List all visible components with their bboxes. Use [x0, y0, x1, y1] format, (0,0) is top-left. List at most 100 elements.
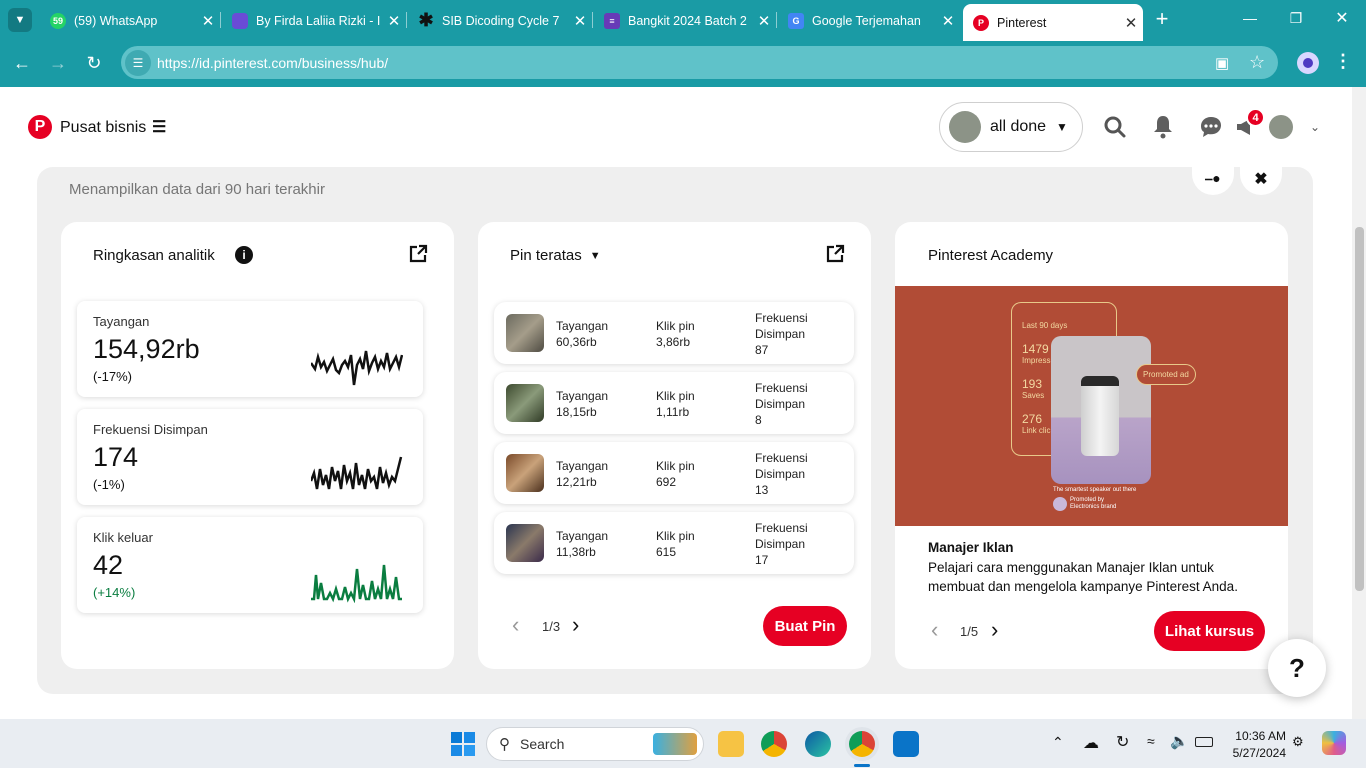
- reload-icon[interactable]: ↻: [82, 53, 106, 74]
- pin-row[interactable]: Tayangan 12,21rb Klik pin 692 Frekuensi Di…: [494, 442, 854, 504]
- metric-card-impressions[interactable]: Tayangan 154,92rb (-17%): [77, 301, 423, 397]
- user-avatar[interactable]: [1269, 115, 1293, 139]
- scrollbar-thumb[interactable]: [1355, 227, 1364, 591]
- info-icon[interactable]: i: [235, 246, 253, 264]
- file-explorer-icon[interactable]: [718, 731, 744, 757]
- create-pin-button[interactable]: Buat Pin: [763, 606, 847, 646]
- close-icon[interactable]: ✕: [1119, 14, 1143, 32]
- metric-card-saves[interactable]: Frekuensi Disimpan 174 (-1%): [77, 409, 423, 505]
- view-course-button[interactable]: Lihat kursus: [1154, 611, 1265, 651]
- chevron-down-icon[interactable]: ⌄: [1310, 120, 1320, 134]
- tab-bangkit[interactable]: ≡ Bangkit 2024 Batch 2 ✕: [594, 4, 776, 37]
- search-icon[interactable]: [1103, 115, 1127, 139]
- tab-pinterest[interactable]: P Pinterest ✕: [963, 4, 1143, 41]
- install-app-icon[interactable]: ▣: [1215, 54, 1229, 72]
- volume-icon[interactable]: 🔈: [1170, 732, 1189, 750]
- tab-whatsapp[interactable]: 59 (59) WhatsApp ✕: [40, 4, 220, 37]
- asterisk-icon: ✱: [418, 10, 434, 30]
- close-icon[interactable]: ✕: [382, 12, 406, 30]
- taskbar: ⚲ Search ⌃ ☁ ↻ ≈ 🔈 10:36 AM 5/27/2024 ⚙: [0, 719, 1366, 768]
- restore-button[interactable]: ❐: [1284, 10, 1308, 27]
- account-switcher[interactable]: all done ▼: [939, 102, 1083, 152]
- clicks-label: Klik pin: [656, 459, 695, 473]
- saves-value: 87: [755, 343, 769, 357]
- tab-divider: [776, 12, 777, 28]
- tab-search-button[interactable]: ▼: [8, 8, 32, 32]
- chevron-left-icon[interactable]: ‹: [512, 612, 519, 638]
- account-name: all done: [990, 118, 1047, 135]
- dashboard-panel: Menampilkan data dari 90 hari terakhir ⎯…: [37, 157, 1313, 694]
- shield-icon: [232, 12, 248, 29]
- tab-sib-dicoding[interactable]: ✱ SIB Dicoding Cycle 7 ✕: [408, 4, 592, 37]
- copilot-icon[interactable]: [1322, 731, 1346, 755]
- bookmark-star-icon[interactable]: ☆: [1249, 52, 1265, 73]
- close-icon[interactable]: ✕: [752, 12, 776, 30]
- tab-title: (59) WhatsApp: [74, 13, 158, 28]
- back-icon[interactable]: ←: [10, 53, 34, 74]
- browser-menu-icon[interactable]: ⋮: [1334, 51, 1352, 72]
- menu-icon[interactable]: ☰: [152, 117, 166, 137]
- promo-product-image: [1051, 336, 1151, 484]
- site-info-icon[interactable]: ☰: [125, 49, 151, 76]
- clicks-label: Klik pin: [656, 529, 695, 543]
- page-indicator: 1/3: [542, 619, 561, 634]
- windows-start-icon[interactable]: [450, 731, 476, 757]
- forward-icon[interactable]: →: [46, 53, 70, 74]
- external-link-icon[interactable]: [825, 244, 845, 264]
- saves-value: 13: [755, 483, 769, 497]
- close-icon[interactable]: ✕: [196, 12, 220, 30]
- top-pins-dropdown[interactable]: Pin teratas ▼: [510, 247, 601, 264]
- onedrive-icon[interactable]: ☁: [1083, 733, 1099, 753]
- chrome-profile-icon[interactable]: [849, 731, 875, 757]
- chevron-right-icon[interactable]: ›: [572, 612, 579, 638]
- tab-title: By Firda Laliia Rizki - I: [256, 13, 381, 28]
- promo-brand-dot: [1053, 497, 1067, 511]
- help-button[interactable]: ?: [1268, 639, 1326, 697]
- battery-icon[interactable]: [1195, 737, 1213, 747]
- close-icon[interactable]: ✕: [568, 12, 592, 30]
- chevron-down-icon: ▼: [589, 249, 601, 262]
- bell-icon[interactable]: [1151, 114, 1175, 140]
- taskbar-search[interactable]: ⚲ Search: [486, 727, 704, 761]
- metric-change: (+14%): [93, 585, 136, 600]
- vscode-icon[interactable]: [893, 731, 919, 757]
- metric-card-outbound-clicks[interactable]: Klik keluar 42 (+14%): [77, 517, 423, 613]
- chevron-up-icon[interactable]: ⌃: [1052, 734, 1064, 751]
- pinterest-logo-icon[interactable]: P: [28, 115, 52, 139]
- search-placeholder: Search: [520, 736, 565, 752]
- pin-row[interactable]: Tayangan 18,15rb Klik pin 1,11rb Frekuensi…: [494, 372, 854, 434]
- tab-firda[interactable]: By Firda Laliia Rizki - I ✕: [222, 4, 406, 37]
- close-icon[interactable]: ✕: [936, 12, 960, 30]
- active-app-indicator: [854, 764, 870, 767]
- sync-icon[interactable]: ↻: [1116, 732, 1129, 752]
- new-tab-button[interactable]: +: [1150, 8, 1174, 32]
- messages-icon[interactable]: [1199, 115, 1223, 139]
- course-image[interactable]: Last 90 days 1479 Impress 193 Saves 276 …: [895, 286, 1288, 526]
- chevron-right-icon[interactable]: ›: [991, 617, 998, 643]
- chrome-icon[interactable]: [761, 731, 787, 757]
- views-label: Tayangan: [556, 459, 609, 473]
- chevron-left-icon[interactable]: ‹: [931, 617, 938, 643]
- profile-avatar[interactable]: [1297, 52, 1319, 74]
- url-text: https://id.pinterest.com/business/hub/: [157, 54, 389, 71]
- clock-date[interactable]: 5/27/2024: [1220, 746, 1286, 760]
- notification-center-icon[interactable]: ⚙: [1292, 734, 1304, 750]
- pin-row[interactable]: Tayangan 11,38rb Klik pin 615 Frekuensi Di…: [494, 512, 854, 574]
- edge-icon[interactable]: [805, 731, 831, 757]
- chevron-down-icon: ▼: [14, 14, 26, 26]
- pin-row[interactable]: Tayangan 60,36rb Klik pin 3,86rb Frekuensi…: [494, 302, 854, 364]
- tab-google-translate[interactable]: G Google Terjemahan ✕: [778, 4, 960, 37]
- window-close-button[interactable]: ✕: [1330, 8, 1354, 28]
- collapse-button[interactable]: ✖: [1240, 157, 1282, 195]
- page-scrollbar[interactable]: [1352, 87, 1366, 719]
- saves-value: 17: [755, 553, 769, 567]
- minimize-button[interactable]: —: [1238, 10, 1262, 26]
- filter-button[interactable]: ⎯●: [1192, 157, 1234, 195]
- clock-time[interactable]: 10:36 AM: [1226, 729, 1286, 743]
- external-link-icon[interactable]: [408, 244, 428, 264]
- wifi-icon[interactable]: ≈: [1147, 733, 1155, 749]
- address-bar[interactable]: ☰ https://id.pinterest.com/business/hub/: [121, 46, 1278, 79]
- tab-divider: [220, 12, 221, 28]
- metric-change: (-1%): [93, 477, 125, 492]
- saves-label: Frekuensi Disimpan: [755, 381, 808, 411]
